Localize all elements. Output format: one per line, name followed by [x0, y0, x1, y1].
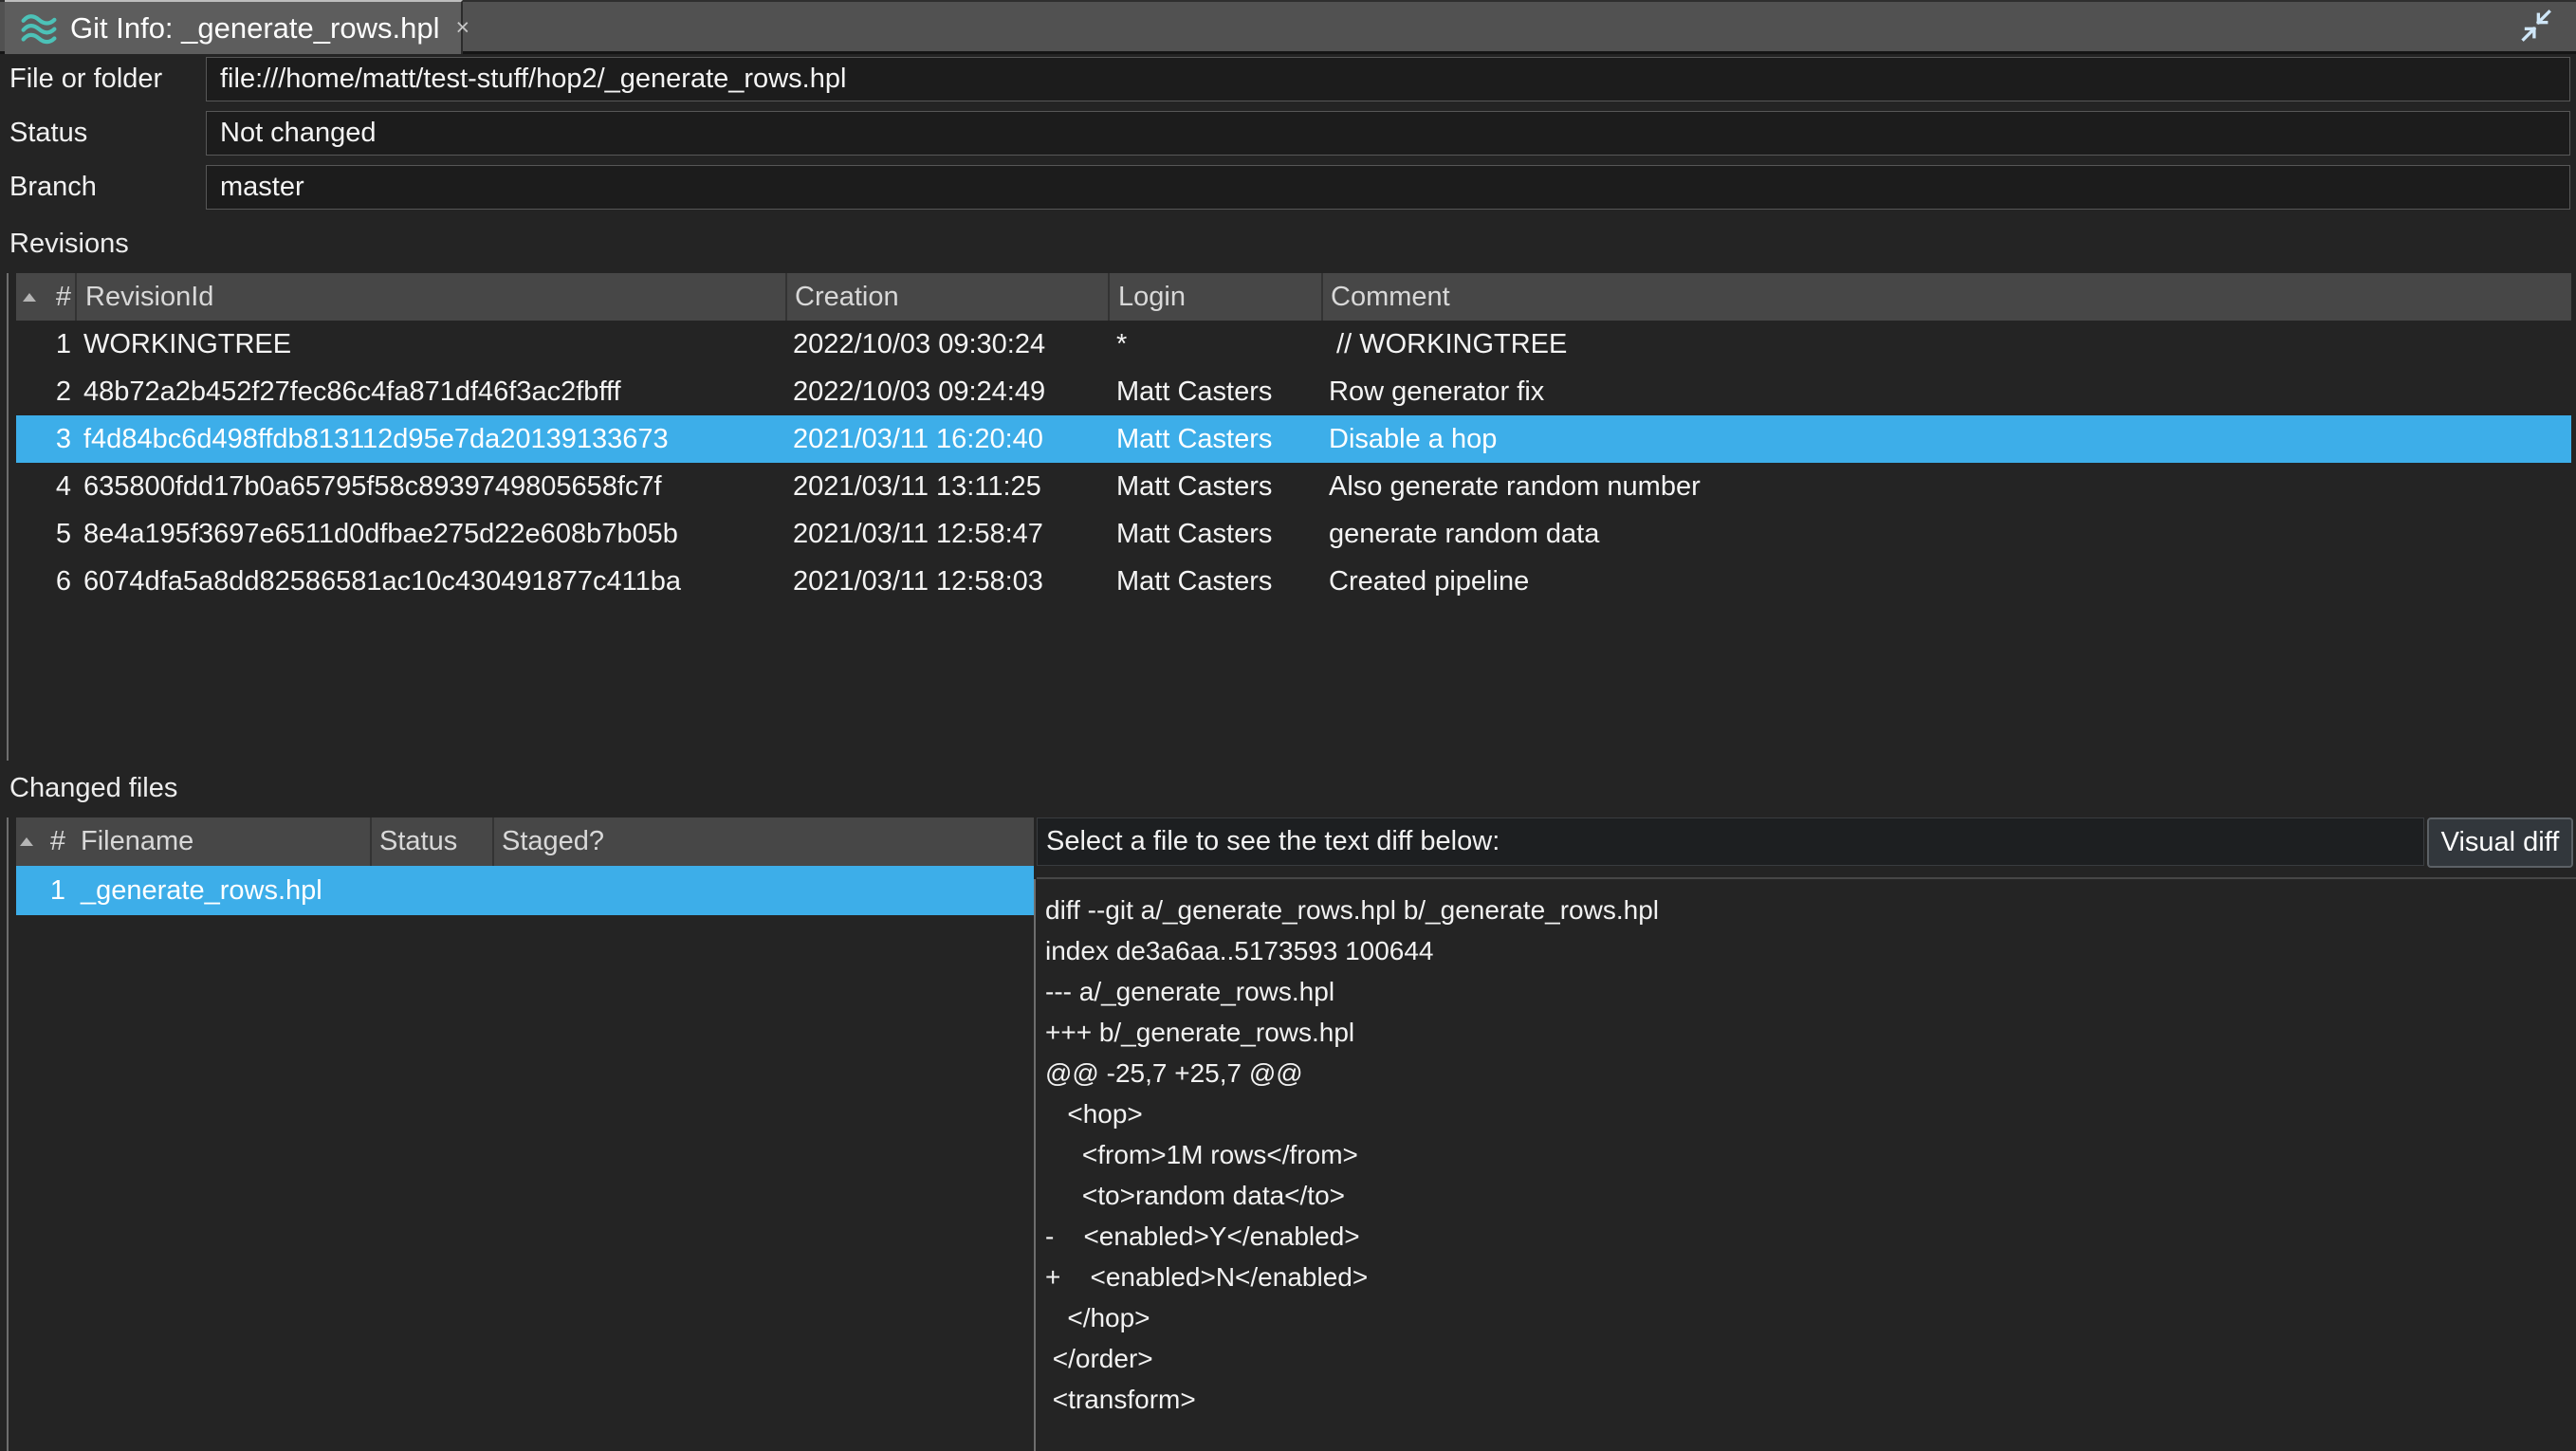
diff-line: <hop>: [1045, 1093, 2576, 1134]
revision-id: 48b72a2b452f27fec86c4fa871df46f3ac2fbfff: [75, 368, 785, 415]
revision-num: 3: [43, 415, 75, 463]
file-staged: [492, 866, 1034, 915]
column-header-creation[interactable]: Creation: [785, 273, 1108, 321]
diff-line: <to>random data</to>: [1045, 1175, 2576, 1216]
revision-comment: // WORKINGTREE: [1321, 321, 2571, 368]
row-gutter: [16, 368, 43, 415]
visual-diff-button[interactable]: Visual diff: [2427, 817, 2573, 868]
revisions-table-header: # RevisionId Creation Login Comment: [16, 273, 2571, 321]
revision-login: *: [1108, 321, 1321, 368]
revision-row[interactable]: 2 48b72a2b452f27fec86c4fa871df46f3ac2fbf…: [16, 368, 2571, 415]
revision-creation: 2021/03/11 13:11:25: [785, 463, 1108, 510]
revision-id: 635800fdd17b0a65795f58c8939749805658fc7f: [75, 463, 785, 510]
file-status: [370, 866, 492, 915]
column-header-num[interactable]: #: [37, 817, 69, 866]
revision-num: 2: [43, 368, 75, 415]
sort-ascending-icon: [20, 837, 33, 846]
changed-files-table: # Filename Status Staged? 1 _generate_ro…: [7, 817, 1034, 1451]
row-gutter: [16, 510, 43, 558]
revision-num: 4: [43, 463, 75, 510]
revision-login: Matt Casters: [1108, 415, 1321, 463]
column-header-revisionid[interactable]: RevisionId: [75, 273, 785, 321]
column-header-staged[interactable]: Staged?: [492, 817, 1034, 866]
revision-comment: Created pipeline: [1321, 558, 2571, 605]
revisions-section-label: Revisions: [9, 229, 129, 259]
status-field[interactable]: Not changed: [206, 111, 2570, 156]
revision-id: 6074dfa5a8dd82586581ac10c430491877c411ba: [75, 558, 785, 605]
row-gutter: [16, 415, 43, 463]
file-name: _generate_rows.hpl: [69, 866, 370, 915]
revision-num: 5: [43, 510, 75, 558]
row-gutter: [16, 558, 43, 605]
revision-comment: Also generate random number: [1321, 463, 2571, 510]
revision-row-selected[interactable]: 3 f4d84bc6d498ffdb813112d95e7da201391336…: [16, 415, 2571, 463]
revision-creation: 2021/03/11 12:58:03: [785, 558, 1108, 605]
restore-view-icon[interactable]: [2515, 7, 2555, 45]
status-label: Status: [9, 111, 87, 156]
revision-row[interactable]: 1 WORKINGTREE 2022/10/03 09:30:24 * // W…: [16, 321, 2571, 368]
revision-row[interactable]: 6 6074dfa5a8dd82586581ac10c430491877c411…: [16, 558, 2571, 605]
row-gutter: [16, 321, 43, 368]
revision-comment: Row generator fix: [1321, 368, 2571, 415]
diff-prompt-label: Select a file to see the text diff below…: [1037, 817, 2424, 866]
branch-field[interactable]: master: [206, 165, 2570, 210]
diff-line: +++ b/_generate_rows.hpl: [1045, 1012, 2576, 1053]
column-header-num[interactable]: #: [43, 273, 75, 321]
changed-file-row-selected[interactable]: 1 _generate_rows.hpl: [16, 866, 1034, 915]
branch-label: Branch: [9, 165, 97, 210]
row-gutter: [16, 866, 37, 915]
sort-column-header[interactable]: [16, 273, 43, 321]
diff-line: + <enabled>N</enabled>: [1045, 1257, 2576, 1297]
revision-row[interactable]: 5 8e4a195f3697e6511d0dfbae275d22e608b7b0…: [16, 510, 2571, 558]
tab-git-info[interactable]: Git Info: _generate_rows.hpl ×: [5, 0, 463, 54]
revision-id: f4d84bc6d498ffdb813112d95e7da20139133673: [75, 415, 785, 463]
sort-column-header[interactable]: [16, 817, 37, 866]
diff-line: --- a/_generate_rows.hpl: [1045, 971, 2576, 1012]
diff-line: </order>: [1045, 1338, 2576, 1379]
revision-comment: Disable a hop: [1321, 415, 2571, 463]
diff-line: <from>1M rows</from>: [1045, 1134, 2576, 1175]
sort-ascending-icon: [23, 293, 36, 302]
revision-login: Matt Casters: [1108, 368, 1321, 415]
revision-login: Matt Casters: [1108, 510, 1321, 558]
revision-creation: 2022/10/03 09:24:49: [785, 368, 1108, 415]
close-icon[interactable]: ×: [455, 14, 469, 42]
file-or-folder-label: File or folder: [9, 57, 162, 101]
diff-line: <transform>: [1045, 1379, 2576, 1420]
revision-creation: 2022/10/03 09:30:24: [785, 321, 1108, 368]
revision-comment: generate random data: [1321, 510, 2571, 558]
diff-line: </hop>: [1045, 1297, 2576, 1338]
tab-bar: Git Info: _generate_rows.hpl ×: [0, 0, 2576, 54]
revision-num: 6: [43, 558, 75, 605]
column-header-status[interactable]: Status: [370, 817, 492, 866]
revision-creation: 2021/03/11 12:58:47: [785, 510, 1108, 558]
revision-num: 1: [43, 321, 75, 368]
column-header-filename[interactable]: Filename: [69, 817, 370, 866]
revision-creation: 2021/03/11 16:20:40: [785, 415, 1108, 463]
hop-logo-icon: [20, 11, 58, 46]
column-header-comment[interactable]: Comment: [1321, 273, 2571, 321]
revision-id: 8e4a195f3697e6511d0dfbae275d22e608b7b05b: [75, 510, 785, 558]
diff-line: - <enabled>Y</enabled>: [1045, 1216, 2576, 1257]
revision-row[interactable]: 4 635800fdd17b0a65795f58c8939749805658fc…: [16, 463, 2571, 510]
revision-login: Matt Casters: [1108, 558, 1321, 605]
diff-text-viewer[interactable]: diff --git a/_generate_rows.hpl b/_gener…: [1034, 879, 2576, 1451]
diff-line: diff --git a/_generate_rows.hpl b/_gener…: [1045, 890, 2576, 930]
revisions-table: # RevisionId Creation Login Comment 1 WO…: [7, 273, 2571, 761]
changed-files-section-label: Changed files: [9, 773, 177, 803]
column-header-login[interactable]: Login: [1108, 273, 1321, 321]
diff-line: index de3a6aa..5173593 100644: [1045, 930, 2576, 971]
file-num: 1: [37, 866, 69, 915]
row-gutter: [16, 463, 43, 510]
revision-id: WORKINGTREE: [75, 321, 785, 368]
changed-files-table-header: # Filename Status Staged?: [16, 817, 1034, 866]
diff-line: @@ -25,7 +25,7 @@: [1045, 1053, 2576, 1093]
revision-login: Matt Casters: [1108, 463, 1321, 510]
tab-title: Git Info: _generate_rows.hpl: [70, 11, 439, 46]
file-or-folder-field[interactable]: file:///home/matt/test-stuff/hop2/_gener…: [206, 57, 2570, 101]
